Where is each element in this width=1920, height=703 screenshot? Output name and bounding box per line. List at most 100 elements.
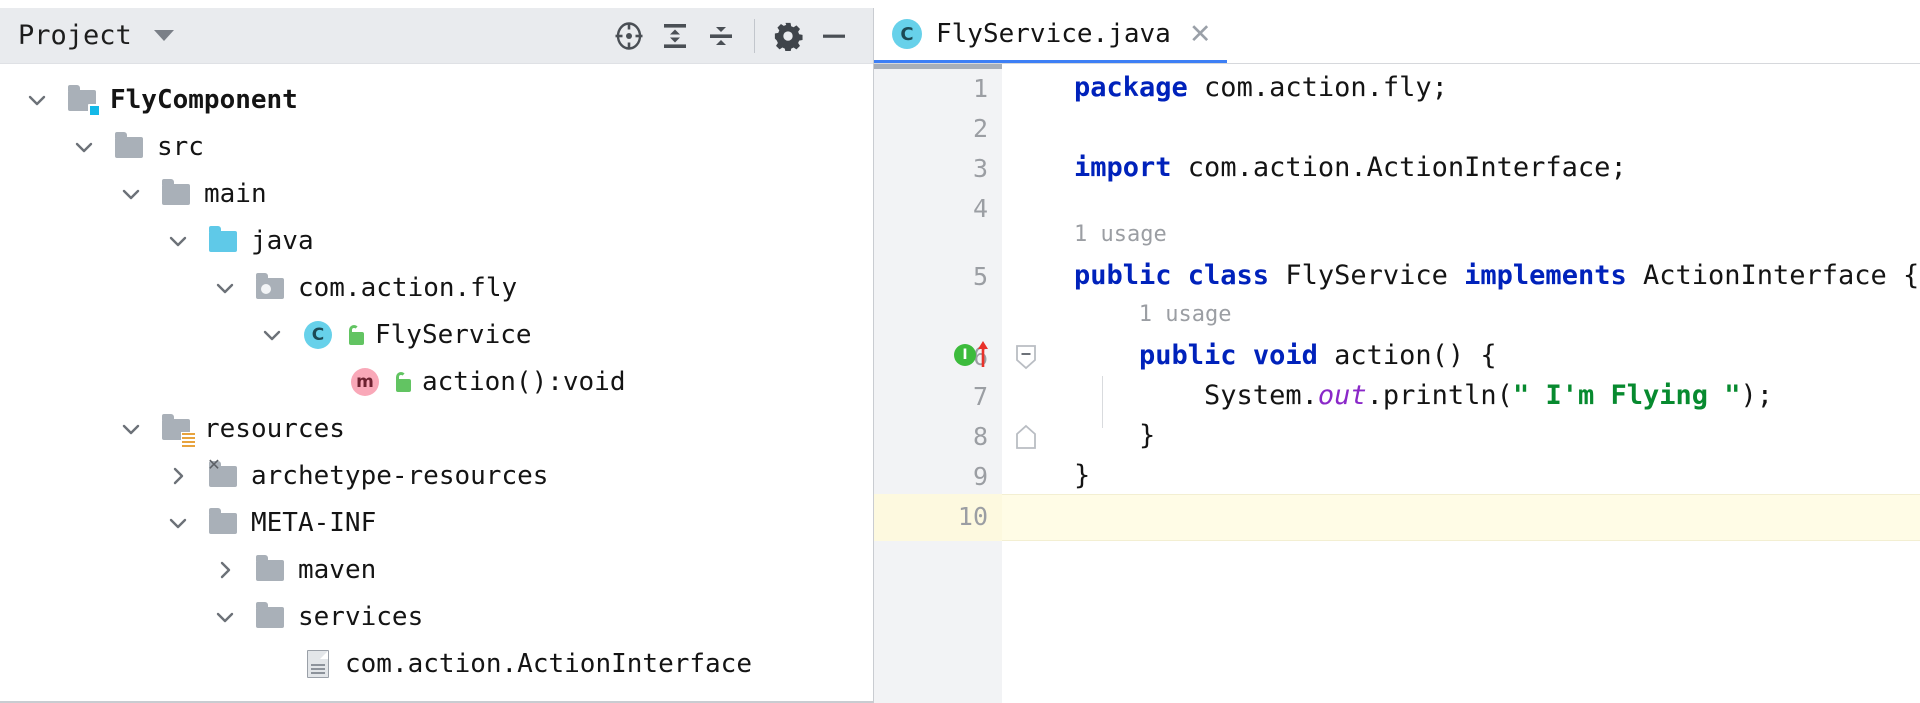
file-icon <box>301 647 335 681</box>
tree-node-label: services <box>298 604 423 630</box>
tree-node-main[interactable]: main <box>0 170 873 217</box>
tree-node-flyservice[interactable]: CFlyService <box>0 311 873 358</box>
line-number-8: 8 <box>973 422 988 451</box>
tree-node-maven[interactable]: maven <box>0 546 873 593</box>
editor-gutter[interactable]: 12345678910I <box>874 64 1002 703</box>
chevron-down-icon[interactable] <box>257 320 287 350</box>
tree-node-com-action-fly[interactable]: com.action.fly <box>0 264 873 311</box>
tree-node-label: FlyComponent <box>110 87 298 113</box>
code-token: .println( <box>1367 380 1513 411</box>
tree-node-label: FlyService <box>375 322 532 348</box>
chevron-down-icon[interactable] <box>154 30 174 41</box>
gear-icon[interactable] <box>765 13 811 59</box>
editor-fold-strip[interactable] <box>1002 64 1050 703</box>
fold-region-end[interactable] <box>1014 424 1038 448</box>
folder-icon <box>254 600 288 634</box>
toolbar-separator <box>754 19 755 53</box>
line-number-4: 4 <box>973 194 988 223</box>
module-folder-icon <box>66 83 100 117</box>
code-line-6[interactable]: public void action() { <box>1074 342 1497 369</box>
code-token: package <box>1074 72 1188 103</box>
project-tree[interactable]: FlyComponent src main java com.action.fly CFl… <box>0 64 873 703</box>
tree-node-label: archetype-resources <box>251 463 548 489</box>
intellij-window: Project <box>0 0 1920 703</box>
folder-icon <box>254 553 288 587</box>
public-lock-icon <box>345 323 367 347</box>
select-opened-file-icon[interactable] <box>606 13 652 59</box>
tree-node-label: action():void <box>422 369 626 395</box>
expand-all-icon[interactable] <box>652 13 698 59</box>
tree-node-java[interactable]: java <box>0 217 873 264</box>
chevron-down-icon[interactable] <box>116 414 146 444</box>
code-token: " I'm Flying " <box>1513 380 1741 411</box>
code-line-5[interactable]: public class FlyService implements Actio… <box>1074 262 1919 289</box>
editor-code-body[interactable]: 1 usage 1 usage package com.action.fly; imp… <box>1050 64 1920 703</box>
code-token: } <box>1074 420 1155 451</box>
code-token: ); <box>1741 380 1774 411</box>
implementing-method-marker[interactable]: I <box>954 344 976 366</box>
chevron-down-icon[interactable] <box>163 508 193 538</box>
collapse-all-icon[interactable] <box>698 13 744 59</box>
chevron-down-icon[interactable] <box>116 179 146 209</box>
tree-node-label: java <box>251 228 314 254</box>
code-token: import <box>1074 152 1172 183</box>
horizontal-scroll-indicator[interactable] <box>874 64 1002 69</box>
tree-node-label: META-INF <box>251 510 376 536</box>
project-tool-window: Project <box>0 8 874 703</box>
code-token: public class <box>1074 260 1269 291</box>
tree-node-com-action-actioninterface[interactable]: com.action.ActionInterface <box>0 640 873 687</box>
code-token: public void <box>1139 340 1318 371</box>
excluded-folder-icon: ✕ <box>207 459 241 493</box>
main-content-row: Project <box>0 8 1920 703</box>
tree-node-meta-inf[interactable]: META-INF <box>0 499 873 546</box>
code-token: } <box>1074 460 1090 491</box>
tree-node-label: com.action.fly <box>298 275 517 301</box>
chevron-down-icon[interactable] <box>69 132 99 162</box>
code-editor-area[interactable]: 12345678910I 1 usage1 usagepackage com.a… <box>874 64 1920 703</box>
line-number-3: 3 <box>973 154 988 183</box>
tab-flyservice-java[interactable]: C FlyService.java ✕ <box>874 8 1227 63</box>
project-toolbar: Project <box>0 8 873 64</box>
chevron-down-icon[interactable] <box>22 85 52 115</box>
tree-node-label: main <box>204 181 267 207</box>
tree-node-archetype-resources[interactable]: ✕ archetype-resources <box>0 452 873 499</box>
window-top-strip <box>0 0 1920 8</box>
code-line-1[interactable]: package com.action.fly; <box>1074 74 1448 101</box>
tree-node-resources[interactable]: resources <box>0 405 873 452</box>
code-line-9[interactable]: } <box>1074 462 1090 489</box>
code-token: FlyService <box>1269 260 1464 291</box>
chevron-down-icon[interactable] <box>210 273 240 303</box>
chevron-down-icon[interactable] <box>163 226 193 256</box>
chevron-down-icon[interactable] <box>210 602 240 632</box>
inlay-usage-hint[interactable]: 1 usage <box>1139 304 1232 326</box>
tree-node-action-void[interactable]: maction():void <box>0 358 873 405</box>
code-line-8[interactable]: } <box>1074 422 1155 449</box>
tab-bar-empty-space <box>1227 8 1920 63</box>
current-line-fold-highlight <box>1002 494 1050 541</box>
source-root-folder-icon <box>207 224 241 258</box>
fold-region-start[interactable] <box>1014 344 1038 368</box>
tree-node-label: com.action.ActionInterface <box>345 651 752 677</box>
code-token: com.action.fly; <box>1188 72 1448 103</box>
close-icon[interactable]: ✕ <box>1189 21 1212 48</box>
tab-label: FlyService.java <box>936 19 1171 49</box>
chevron-right-icon[interactable] <box>210 555 240 585</box>
chevron-right-icon[interactable] <box>163 461 193 491</box>
project-panel-title: Project <box>18 20 132 51</box>
inlay-usage-hint[interactable]: 1 usage <box>1074 224 1167 246</box>
minimize-icon[interactable] <box>811 13 857 59</box>
tree-node-services[interactable]: services <box>0 593 873 640</box>
code-token: action() { <box>1318 340 1497 371</box>
code-line-7[interactable]: System.out.println(" I'm Flying "); <box>1074 382 1773 409</box>
package-icon <box>254 271 288 305</box>
code-line-3[interactable]: import com.action.ActionInterface; <box>1074 154 1627 181</box>
line-number-5: 5 <box>973 262 988 291</box>
tree-node-flycomponent[interactable]: FlyComponent <box>0 76 873 123</box>
code-token: ActionInterface { <box>1627 260 1920 291</box>
code-token: out <box>1318 380 1367 411</box>
code-token <box>1074 340 1139 371</box>
implements-arrow-icon[interactable] <box>977 340 989 364</box>
folder-icon <box>207 506 241 540</box>
line-number-10: 10 <box>958 502 988 531</box>
tree-node-src[interactable]: src <box>0 123 873 170</box>
